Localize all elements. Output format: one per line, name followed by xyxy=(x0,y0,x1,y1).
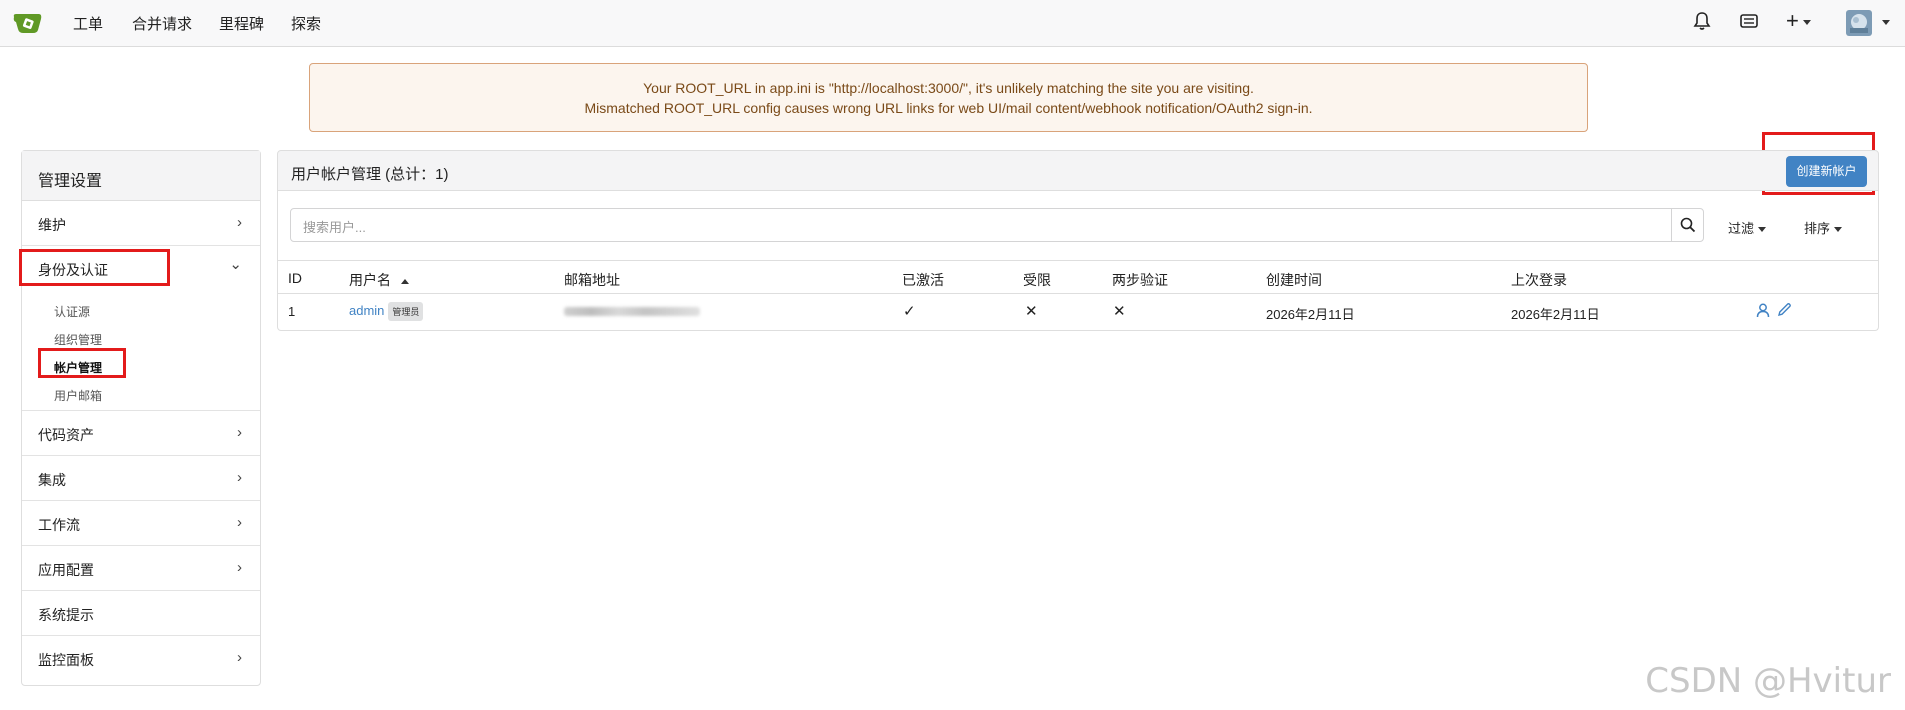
user-accounts-panel: 搜索用户... 过滤 排序 ID 用户名 邮箱地址 已激活 受限 两步验证 创建… xyxy=(277,191,1879,331)
column-email[interactable]: 邮箱地址 xyxy=(564,270,620,290)
sidebar-title: 管理设置 xyxy=(22,151,260,201)
cross-icon: ✕ xyxy=(1025,303,1038,320)
sidebar-item-label: 监控面板 xyxy=(38,652,94,668)
avatar-chevron-down-icon xyxy=(1881,20,1890,25)
check-icon: ✓ xyxy=(903,303,916,320)
sidebar-sub-auth-sources[interactable]: 认证源 xyxy=(54,303,90,320)
sidebar-item-label: 维护 xyxy=(38,217,66,233)
search-input[interactable]: 搜索用户... xyxy=(290,208,1672,242)
root-url-warning: Your ROOT_URL in app.ini is "http://loca… xyxy=(309,63,1588,132)
email-redacted xyxy=(564,307,700,316)
nav-issues[interactable]: 工单 xyxy=(73,13,103,34)
sort-up-icon xyxy=(401,278,409,284)
chevron-down-icon xyxy=(1802,19,1811,25)
sidebar-item-config[interactable]: 应用配置 › xyxy=(22,546,260,591)
nav-explore[interactable]: 探索 xyxy=(291,13,321,34)
sort-label: 排序 xyxy=(1804,221,1831,236)
nav-pull-requests[interactable]: 合并请求 xyxy=(132,13,192,34)
chevron-right-icon: › xyxy=(237,514,242,531)
sidebar-item-label: 系统提示 xyxy=(38,607,94,623)
create-plus-icon[interactable]: + xyxy=(1786,8,1811,34)
sidebar-item-integrations[interactable]: 集成 › xyxy=(22,456,260,501)
watermark: CSDN @Hvitur xyxy=(1645,661,1891,701)
filter-dropdown[interactable]: 过滤 xyxy=(1728,218,1767,237)
column-id[interactable]: ID xyxy=(288,270,302,286)
sidebar-item-label: 代码资产 xyxy=(38,427,94,443)
create-account-button[interactable]: 创建新帐户 xyxy=(1786,156,1867,187)
table-header: ID 用户名 邮箱地址 已激活 受限 两步验证 创建时间 上次登录 xyxy=(278,260,1878,294)
view-user-icon[interactable] xyxy=(1756,303,1770,321)
sidebar-item-code-assets[interactable]: 代码资产 › xyxy=(22,411,260,456)
stopwatch-icon[interactable] xyxy=(1740,13,1758,32)
filter-label: 过滤 xyxy=(1728,221,1755,236)
chevron-down-icon xyxy=(1758,227,1767,233)
cell-last-login: 2026年2月11日 xyxy=(1511,307,1600,322)
user-accounts-header: 用户帐户管理 (总计：1) 创建新帐户 xyxy=(277,150,1879,191)
search-button[interactable] xyxy=(1671,208,1704,242)
sidebar-item-label: 身份及认证 xyxy=(38,262,108,278)
page-title: 用户帐户管理 (总计：1) xyxy=(291,166,449,183)
cell-username: admin 管理员 xyxy=(349,302,424,321)
cell-id: 1 xyxy=(288,304,296,319)
chevron-right-icon: › xyxy=(237,424,242,441)
top-navbar: 工单 合并请求 里程碑 探索 + xyxy=(0,0,1905,47)
sort-dropdown[interactable]: 排序 xyxy=(1804,218,1843,237)
column-activated[interactable]: 已激活 xyxy=(902,270,944,290)
column-username-label: 用户名 xyxy=(349,272,391,288)
admin-sidebar: 管理设置 维护 › 身份及认证 ⌄ 认证源 组织管理 帐户管理 用户邮箱 代码资… xyxy=(21,150,261,686)
sidebar-item-actions[interactable]: 工作流 › xyxy=(22,501,260,546)
cell-created: 2026年2月11日 xyxy=(1266,307,1355,322)
table-row: 1 admin 管理员 ✓ ✕ ✕ 2026年2月11日 2026年2月11日 xyxy=(278,294,1878,329)
sidebar-item-identity-auth[interactable]: 身份及认证 ⌄ 认证源 组织管理 帐户管理 用户邮箱 xyxy=(22,246,260,411)
column-created[interactable]: 创建时间 xyxy=(1266,270,1322,290)
search-icon xyxy=(1680,217,1696,233)
avatar[interactable] xyxy=(1846,10,1890,39)
admin-badge: 管理员 xyxy=(388,302,424,321)
chevron-down-icon: ⌄ xyxy=(229,256,242,273)
chevron-right-icon: › xyxy=(237,214,242,231)
warning-line-2: Mismatched ROOT_URL config causes wrong … xyxy=(584,100,1313,116)
gitea-logo-icon[interactable] xyxy=(12,10,44,36)
sidebar-sub-accounts[interactable]: 帐户管理 xyxy=(54,359,102,376)
column-restricted[interactable]: 受限 xyxy=(1023,270,1051,290)
chevron-down-icon xyxy=(1834,227,1843,233)
sidebar-item-label: 应用配置 xyxy=(38,562,94,578)
sidebar-sub-organizations[interactable]: 组织管理 xyxy=(54,331,102,348)
column-two-factor[interactable]: 两步验证 xyxy=(1112,270,1168,290)
column-last-login[interactable]: 上次登录 xyxy=(1511,270,1567,290)
chevron-right-icon: › xyxy=(237,559,242,576)
sidebar-item-notices[interactable]: 系统提示 xyxy=(22,591,260,636)
sidebar-item-maintenance[interactable]: 维护 › xyxy=(22,201,260,246)
warning-line-1: Your ROOT_URL in app.ini is "http://loca… xyxy=(643,80,1254,96)
nav-milestones[interactable]: 里程碑 xyxy=(219,13,264,34)
column-username[interactable]: 用户名 xyxy=(349,270,409,290)
username-link[interactable]: admin xyxy=(349,303,384,318)
edit-pencil-icon[interactable] xyxy=(1777,302,1792,320)
notification-bell-icon[interactable] xyxy=(1693,11,1711,34)
create-plus-label: + xyxy=(1786,8,1799,33)
sidebar-item-label: 集成 xyxy=(38,472,66,488)
chevron-right-icon: › xyxy=(237,649,242,666)
sidebar-item-label: 工作流 xyxy=(38,517,80,533)
chevron-right-icon: › xyxy=(237,469,242,486)
sidebar-item-monitor[interactable]: 监控面板 › xyxy=(22,636,260,681)
sidebar-sub-emails[interactable]: 用户邮箱 xyxy=(54,387,102,404)
cross-icon: ✕ xyxy=(1113,303,1126,320)
